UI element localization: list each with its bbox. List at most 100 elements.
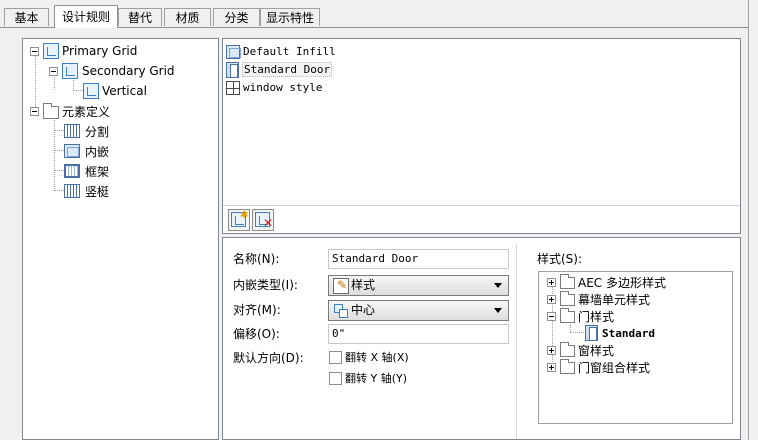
right-border [748,0,749,440]
tab-basic[interactable]: 基本 [4,8,49,26]
tree-label: 幕墙单元样式 [578,292,651,307]
name-field[interactable]: Standard Door [328,249,509,269]
tree-label: 门样式 [578,309,615,324]
offset-field[interactable]: 0" [328,324,509,344]
tab-materials[interactable]: 材质 [164,8,211,26]
collapse-icon[interactable] [547,311,556,321]
properties-panel: 名称(N): Standard Door 内嵌类型(I): ✎ 样式 对齐(M)… [222,237,741,440]
tree-label: 门窗组合样式 [578,360,651,375]
style-folder-door[interactable]: 门样式 [547,307,614,325]
expand-icon[interactable] [547,362,556,372]
delete-infill-button[interactable]: ✕ [252,209,274,231]
tree-label: 分割 [85,124,110,139]
align-value: 中心 [351,303,376,317]
tab-label: 设计规则 [61,10,110,24]
offset-label: 偏移(O): [233,327,280,341]
folder-icon [560,274,575,289]
align-label: 对齐(M): [233,303,281,317]
tab-bar: 基本 设计规则 替代 材质 分类 显示特性 [0,0,758,28]
styles-label: 样式(S): [537,252,583,266]
new-infill-button[interactable]: ✱ [228,209,250,231]
tab-label: 显示特性 [265,11,314,25]
tree-infills[interactable]: 内嵌 [64,142,109,160]
door-icon [585,325,598,341]
style-standard-door[interactable]: Standard [585,324,655,342]
tree-primary-grid[interactable]: Primary Grid [30,42,137,60]
collapse-icon[interactable] [30,46,39,56]
infill-icon [64,144,80,158]
align-center-icon-part [339,309,348,318]
tab-label: 基本 [14,11,39,25]
rule-tree-panel: Primary Grid Secondary Grid Vertical 元素定… [22,38,219,440]
expand-icon[interactable] [547,294,556,304]
division-icon [64,124,80,138]
tree-label: 元素定义 [62,104,111,119]
sparkle-icon: ✱ [240,210,249,221]
tree-mullions[interactable]: 竖梃 [64,182,109,200]
tree-label: Standard [602,326,655,340]
infill-type-label: 内嵌类型(I): [233,278,298,292]
tab-display-props[interactable]: 显示特性 [260,8,320,26]
tab-classification[interactable]: 分类 [213,8,260,26]
styles-tree[interactable]: AEC 多边形样式 幕墙单元样式 门样式 Standard 窗样式 门窗组合样式 [538,271,733,424]
flip-y-checkbox[interactable] [329,372,342,385]
infill-type-value: 样式 [351,278,376,292]
flip-x-checkbox[interactable] [329,351,342,364]
orientation-label: 默认方向(D): [233,351,304,365]
list-item-label: window style [243,81,323,94]
style-folder-cw-unit[interactable]: 幕墙单元样式 [547,290,650,308]
grid-icon [83,83,99,99]
tree-label: Vertical [102,84,147,98]
folder-icon [560,342,575,357]
door-icon [226,61,239,78]
window-icon [226,80,240,95]
tree-label: 窗样式 [578,343,615,358]
folder-icon [560,308,575,323]
list-item-label: Standard Door [242,62,333,77]
folder-icon [560,291,575,306]
tree-label: 竖梃 [85,184,110,199]
expand-icon[interactable] [547,345,556,355]
collapse-icon[interactable] [30,106,39,116]
tab-overrides[interactable]: 替代 [118,8,162,26]
props-divider [516,244,517,439]
infill-icon [226,44,241,59]
pencil-icon: ✎ [337,278,348,292]
frame-icon [64,164,80,178]
tab-design-rules[interactable]: 设计规则 [54,5,118,28]
tree-vertical[interactable]: Vertical [83,82,147,100]
tab-label: 材质 [175,11,200,25]
x-icon: ✕ [263,216,274,230]
style-folder-door-window-assembly[interactable]: 门窗组合样式 [547,358,650,376]
tree-label: Primary Grid [62,44,138,58]
list-item[interactable]: window style [226,79,322,96]
tree-frames[interactable]: 框架 [64,162,109,180]
chevron-down-icon [494,308,502,313]
list-item[interactable]: Standard Door [226,61,333,78]
tree-secondary-grid[interactable]: Secondary Grid [49,62,175,80]
left-strip [0,28,8,440]
tab-label: 分类 [224,11,249,25]
infill-type-select[interactable]: ✎ 样式 [328,275,509,296]
list-item-label: Default Infill [243,45,336,58]
folder-icon [560,359,575,374]
style-folder-window[interactable]: 窗样式 [547,341,614,359]
expand-icon[interactable] [547,277,556,287]
grid-icon [43,43,59,59]
style-folder-aec[interactable]: AEC 多边形样式 [547,273,666,291]
folder-icon [43,102,59,119]
right-strip [748,0,758,440]
collapse-icon[interactable] [49,66,58,76]
chevron-down-icon [494,283,502,288]
tree-divisions[interactable]: 分割 [64,122,109,140]
grid-icon [62,63,78,79]
name-label: 名称(N): [233,252,280,266]
flip-x-label: 翻转 X 轴(X) [345,351,409,364]
tab-label: 替代 [127,11,152,25]
tree-label: AEC 多边形样式 [578,275,666,290]
tree-element-definitions[interactable]: 元素定义 [30,102,110,120]
infill-list-panel: Default Infill Standard Door window styl… [222,38,741,234]
align-select[interactable]: 中心 [328,300,509,321]
list-item[interactable]: Default Infill [226,43,336,60]
tree-label: 框架 [85,164,110,179]
